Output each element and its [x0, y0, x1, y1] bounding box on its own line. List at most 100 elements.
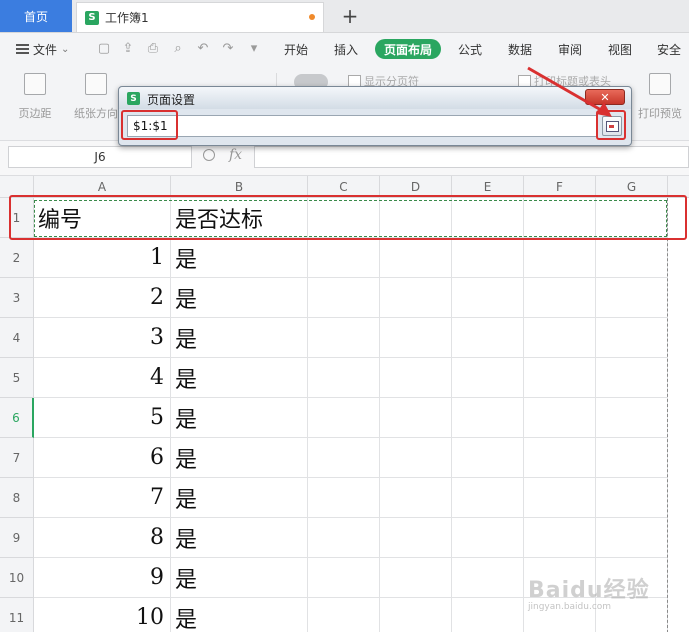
cell-f6[interactable] — [524, 398, 596, 438]
zoom-icon[interactable] — [203, 149, 215, 161]
cell-b2[interactable]: 是 — [171, 238, 308, 278]
tab-home[interactable]: 首页 — [0, 0, 72, 32]
cell-a5[interactable]: 4 — [34, 358, 171, 398]
cell-c10[interactable] — [308, 558, 380, 598]
menu-data[interactable]: 数据 — [508, 33, 532, 65]
print-preview-button[interactable]: 打印预览 — [632, 71, 688, 127]
cell-d5[interactable] — [380, 358, 452, 398]
row-header-3[interactable]: 3 — [0, 278, 34, 318]
cell-b10[interactable]: 是 — [171, 558, 308, 598]
cell-g4[interactable] — [596, 318, 668, 358]
cell-e11[interactable] — [452, 598, 524, 632]
file-menu[interactable]: 文件 ⌄ — [16, 33, 69, 65]
row-header-6[interactable]: 6 — [0, 398, 34, 438]
row-header-5[interactable]: 5 — [0, 358, 34, 398]
cell-d8[interactable] — [380, 478, 452, 518]
cell-e3[interactable] — [452, 278, 524, 318]
new-tab-button[interactable]: + — [338, 4, 362, 28]
cell-a11[interactable]: 10 — [34, 598, 171, 632]
cell-b3[interactable]: 是 — [171, 278, 308, 318]
cell-g7[interactable] — [596, 438, 668, 478]
fx-icon[interactable]: fx — [229, 147, 242, 163]
cell-e9[interactable] — [452, 518, 524, 558]
row-header-7[interactable]: 7 — [0, 438, 34, 478]
cell-g3[interactable] — [596, 278, 668, 318]
cell-c4[interactable] — [308, 318, 380, 358]
formula-input[interactable] — [254, 146, 689, 168]
margins-button[interactable]: 页边距 — [7, 71, 63, 127]
row-header-8[interactable]: 8 — [0, 478, 34, 518]
cell-c7[interactable] — [308, 438, 380, 478]
cell-e10[interactable] — [452, 558, 524, 598]
cell-c11[interactable] — [308, 598, 380, 632]
cell-a7[interactable]: 6 — [34, 438, 171, 478]
cell-g5[interactable] — [596, 358, 668, 398]
name-box[interactable]: J6 — [8, 146, 192, 168]
cell-e6[interactable] — [452, 398, 524, 438]
cell-d10[interactable] — [380, 558, 452, 598]
cell-e8[interactable] — [452, 478, 524, 518]
cell-e4[interactable] — [452, 318, 524, 358]
tab-workbook[interactable]: S 工作簿1 — [76, 2, 324, 32]
cell-d3[interactable] — [380, 278, 452, 318]
cell-c3[interactable] — [308, 278, 380, 318]
cell-c5[interactable] — [308, 358, 380, 398]
cell-d11[interactable] — [380, 598, 452, 632]
cell-f4[interactable] — [524, 318, 596, 358]
cell-d2[interactable] — [380, 238, 452, 278]
preview-icon[interactable]: ⌕ — [171, 42, 185, 56]
cell-a4[interactable]: 3 — [34, 318, 171, 358]
cell-b5[interactable]: 是 — [171, 358, 308, 398]
more-icon[interactable]: ▾ — [247, 42, 261, 56]
menu-page-layout[interactable]: 页面布局 — [375, 39, 441, 59]
cell-d9[interactable] — [380, 518, 452, 558]
undo-icon[interactable]: ↶ — [196, 42, 210, 56]
save-icon[interactable]: ▢ — [97, 42, 111, 56]
menu-home[interactable]: 开始 — [284, 33, 308, 65]
cell-g8[interactable] — [596, 478, 668, 518]
cell-g6[interactable] — [596, 398, 668, 438]
cell-a6[interactable]: 5 — [34, 398, 171, 438]
row-header-2[interactable]: 2 — [0, 238, 34, 278]
redo-icon[interactable]: ↷ — [221, 42, 235, 56]
cell-c8[interactable] — [308, 478, 380, 518]
cell-b6[interactable]: 是 — [171, 398, 308, 438]
cell-d7[interactable] — [380, 438, 452, 478]
cell-f3[interactable] — [524, 278, 596, 318]
cell-b8[interactable]: 是 — [171, 478, 308, 518]
cell-a8[interactable]: 7 — [34, 478, 171, 518]
cell-f5[interactable] — [524, 358, 596, 398]
menu-review[interactable]: 审阅 — [558, 33, 582, 65]
cell-f7[interactable] — [524, 438, 596, 478]
cell-g2[interactable] — [596, 238, 668, 278]
menu-security[interactable]: 安全 — [657, 33, 681, 65]
menu-view[interactable]: 视图 — [608, 33, 632, 65]
cell-a10[interactable]: 9 — [34, 558, 171, 598]
cell-f8[interactable] — [524, 478, 596, 518]
cell-d6[interactable] — [380, 398, 452, 438]
cell-c6[interactable] — [308, 398, 380, 438]
menu-formulas[interactable]: 公式 — [458, 33, 482, 65]
row-header-11[interactable]: 11 — [0, 598, 34, 632]
cell-c2[interactable] — [308, 238, 380, 278]
cell-e5[interactable] — [452, 358, 524, 398]
menu-insert[interactable]: 插入 — [334, 33, 358, 65]
cell-a9[interactable]: 8 — [34, 518, 171, 558]
cell-a3[interactable]: 2 — [34, 278, 171, 318]
cell-b11[interactable]: 是 — [171, 598, 308, 632]
cell-g9[interactable] — [596, 518, 668, 558]
cell-e7[interactable] — [452, 438, 524, 478]
cell-a2[interactable]: 1 — [34, 238, 171, 278]
orientation-button[interactable]: 纸张方向 — [68, 71, 124, 127]
cell-b4[interactable]: 是 — [171, 318, 308, 358]
export-icon[interactable]: ⇪ — [121, 42, 135, 56]
cell-d4[interactable] — [380, 318, 452, 358]
row-header-9[interactable]: 9 — [0, 518, 34, 558]
row-header-10[interactable]: 10 — [0, 558, 34, 598]
cell-e2[interactable] — [452, 238, 524, 278]
cell-c9[interactable] — [308, 518, 380, 558]
cell-b7[interactable]: 是 — [171, 438, 308, 478]
cell-b9[interactable]: 是 — [171, 518, 308, 558]
cell-f2[interactable] — [524, 238, 596, 278]
print-icon[interactable]: ⎙ — [146, 42, 160, 56]
